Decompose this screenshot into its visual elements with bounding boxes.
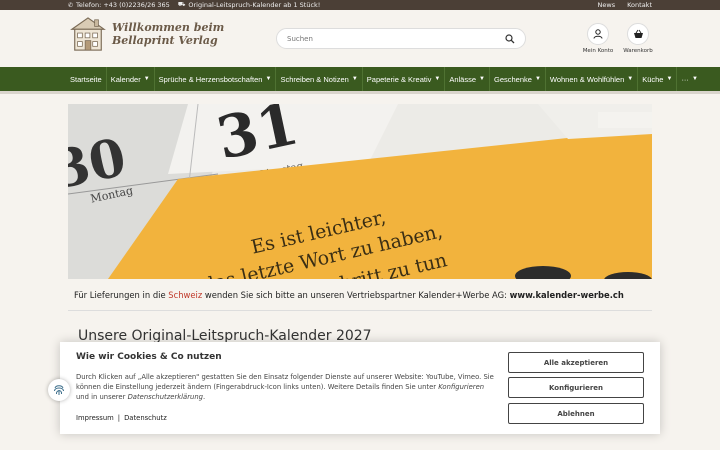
partner-link[interactable]: www.kalender-werbe.ch: [510, 290, 624, 300]
account-label: Mein Konto: [582, 48, 614, 54]
main-nav: Startseite Kalender ▼ Sprüche & Herzensbo…: [0, 67, 720, 91]
chevron-down-icon: ▼: [534, 76, 541, 82]
logo-line2: Bellaprint Verlag: [112, 34, 218, 47]
nav-item-schreiben[interactable]: Schreiben & Notizen ▼: [276, 67, 363, 91]
search-input[interactable]: [287, 34, 505, 43]
nav-item-wohnen[interactable]: Wohnen & Wohlfühlen ▼: [546, 67, 639, 91]
nav-item-kueche[interactable]: Küche ▼: [638, 67, 678, 91]
nav-item-more[interactable]: ··· ▼: [677, 67, 701, 91]
configure-text-link[interactable]: Konfigurieren: [438, 383, 484, 391]
cookie-consent-dialog: Wie wir Cookies & Co nutzen Durch Klicke…: [60, 342, 660, 434]
truck-icon: ⛟: [177, 1, 186, 8]
decline-button[interactable]: Ablehnen: [508, 403, 644, 424]
account-button[interactable]: Mein Konto: [576, 23, 620, 54]
chevron-down-icon: ▼: [351, 76, 358, 82]
configure-button[interactable]: Konfigurieren: [508, 377, 644, 398]
cart-button[interactable]: Warenkorb: [616, 23, 660, 54]
divider: [68, 310, 652, 311]
search-bar[interactable]: [276, 28, 526, 49]
country-highlight: Schweiz: [168, 290, 203, 300]
news-link[interactable]: News: [598, 1, 616, 9]
phone-icon: ✆: [68, 1, 74, 9]
impressum-link[interactable]: Impressum: [76, 414, 114, 422]
nav-item-startseite[interactable]: Startseite: [66, 67, 107, 91]
chevron-down-icon: ▼: [627, 76, 634, 82]
phone-text: Telefon: +43 (0)2236/26 365: [76, 1, 170, 9]
nav-item-kalender[interactable]: Kalender ▼: [107, 67, 155, 91]
nav-item-geschenke[interactable]: Geschenke ▼: [490, 67, 546, 91]
nav-item-papeterie[interactable]: Papeterie & Kreativ ▼: [363, 67, 446, 91]
nav-item-sprueche[interactable]: Sprüche & Herzensbotschaften ▼: [155, 67, 277, 91]
logo-line1: Willkommen beim: [112, 21, 225, 34]
chevron-down-icon: ▼: [434, 76, 441, 82]
fingerprint-button[interactable]: [48, 379, 70, 401]
privacy-text-link[interactable]: Datenschutzerklärung: [128, 393, 203, 401]
nav-item-anlaesse[interactable]: Anlässe ▼: [445, 67, 490, 91]
cookie-text: Durch Klicken auf „Alle akzeptieren" ges…: [76, 373, 494, 401]
link-separator: |: [117, 414, 121, 422]
house-logo-icon: [70, 17, 106, 51]
top-bar: ✆ Telefon: +43 (0)2236/26 365 ⛟ Original…: [0, 0, 720, 10]
chevron-down-icon: ▼: [265, 76, 272, 82]
search-icon[interactable]: [505, 33, 515, 44]
shipping-info: ⛟ Original-Leitspruch-Kalender ab 1 Stüc…: [178, 1, 321, 9]
chevron-down-icon: ▼: [691, 76, 698, 82]
swiss-delivery-notice: Für Lieferungen in die Schweiz wenden Si…: [74, 290, 624, 300]
nav-shadow: [0, 91, 720, 94]
chevron-down-icon: ▼: [479, 76, 485, 82]
hero-banner[interactable]: 30 31 Montag Dienstag Es ist leichter, d…: [68, 104, 652, 279]
datenschutz-link[interactable]: Datenschutz: [124, 414, 167, 422]
shipping-text: Original-Leitspruch-Kalender ab 1 Stück!: [188, 1, 321, 9]
hero-banner-image: 30 31 Montag Dienstag Es ist leichter, d…: [68, 104, 652, 279]
logo[interactable]: Willkommen beim Bellaprint Verlag: [68, 16, 224, 52]
basket-icon: [633, 29, 643, 38]
cart-label: Warenkorb: [623, 48, 653, 54]
user-icon: [593, 29, 603, 39]
phone-info[interactable]: ✆ Telefon: +43 (0)2236/26 365: [68, 1, 170, 9]
chevron-down-icon: ▼: [143, 76, 150, 82]
header: Willkommen beim Bellaprint Verlag Mein K…: [0, 10, 720, 67]
contact-link[interactable]: Kontakt: [627, 1, 652, 9]
chevron-down-icon: ▼: [666, 76, 673, 82]
fingerprint-icon: [54, 385, 64, 395]
accept-all-button[interactable]: Alle akzeptieren: [508, 352, 644, 373]
